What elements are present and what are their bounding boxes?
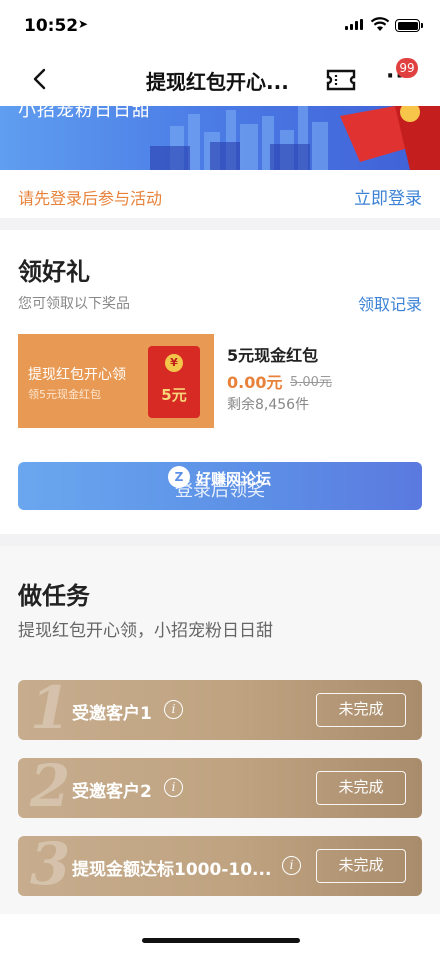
info-icon[interactable]: i	[282, 856, 301, 875]
home-area	[0, 914, 440, 953]
nav-bar: 提现红包开心... ···	[0, 52, 440, 106]
banner-title: 小招宠粉日日甜	[18, 106, 151, 121]
prize-price: 0.00元	[227, 373, 283, 392]
task-number: 1	[30, 680, 71, 740]
envelope-amount: 5元	[161, 386, 187, 404]
task-name: 提现金额达标1000-10...	[72, 860, 272, 880]
task-status-button[interactable]: 未完成	[316, 693, 406, 727]
home-indicator[interactable]	[142, 938, 300, 943]
login-to-claim-button[interactable]: 登录后领奖 Z 好赚网论坛	[18, 462, 422, 510]
task-section-title: 做任务	[18, 582, 90, 610]
prize-card-subtitle: 领5元现金红包	[28, 388, 101, 401]
task-section: 做任务 提现红包开心领，小招宠粉日日甜 1 受邀客户1 i 未完成 2 受邀客户…	[0, 546, 440, 914]
task-name: 受邀客户1	[72, 704, 152, 724]
prize-remaining: 剩余8,456件	[227, 397, 310, 413]
status-time: 10:52	[24, 16, 79, 36]
task-status-button[interactable]: 未完成	[316, 771, 406, 805]
yuan-coin-icon: ¥	[165, 354, 183, 372]
prize-card-image[interactable]: 提现红包开心领 领5元现金红包 ¥ 5元	[18, 334, 214, 428]
watermark-text: 好赚网论坛	[196, 470, 272, 488]
watermark-logo-icon: Z	[168, 466, 190, 488]
location-arrow-icon: ➤	[78, 17, 89, 31]
info-icon[interactable]: i	[164, 700, 183, 719]
notification-badge: 99	[396, 58, 418, 78]
task-card: 2 受邀客户2 i 未完成	[18, 758, 422, 818]
login-now-link[interactable]: 立即登录	[354, 184, 422, 209]
banner-image: 小招宠粉日日甜	[0, 106, 440, 170]
login-hint-text: 请先登录后参与活动	[18, 189, 163, 208]
task-card: 3 提现金额达标1000-10... i 未完成	[18, 836, 422, 896]
gift-section-subtitle: 您可领取以下奖品	[18, 296, 130, 312]
watermark: Z 好赚网论坛	[168, 466, 288, 496]
task-number: 2	[30, 758, 71, 818]
task-card: 1 受邀客户1 i 未完成	[18, 680, 422, 740]
gift-section-title: 领好礼	[18, 258, 90, 286]
prize-name: 5元现金红包	[227, 346, 319, 365]
battery-icon	[395, 19, 423, 32]
login-prompt-bar: 请先登录后参与活动 立即登录	[0, 170, 440, 218]
task-name: 受邀客户2	[72, 782, 152, 802]
claim-record-link[interactable]: 领取记录	[358, 291, 422, 315]
prize-card-title: 提现红包开心领	[28, 367, 126, 383]
wifi-icon	[370, 17, 390, 31]
task-section-subtitle: 提现红包开心领，小招宠粉日日甜	[18, 621, 273, 641]
back-icon[interactable]	[28, 64, 52, 94]
task-status-button[interactable]: 未完成	[316, 849, 406, 883]
page-title: 提现红包开心...	[146, 70, 289, 94]
info-icon[interactable]: i	[164, 778, 183, 797]
task-number: 3	[30, 836, 71, 896]
ticket-icon[interactable]	[326, 69, 356, 91]
status-bar: 10:52 ➤	[0, 0, 440, 52]
prize-original-price: 5.00元	[290, 375, 332, 390]
red-envelope-icon: ¥ 5元	[148, 346, 200, 418]
gift-section: 领好礼 您可领取以下奖品 领取记录 提现红包开心领 领5元现金红包 ¥ 5元 5…	[0, 230, 440, 534]
cellular-signal-icon	[345, 19, 363, 30]
